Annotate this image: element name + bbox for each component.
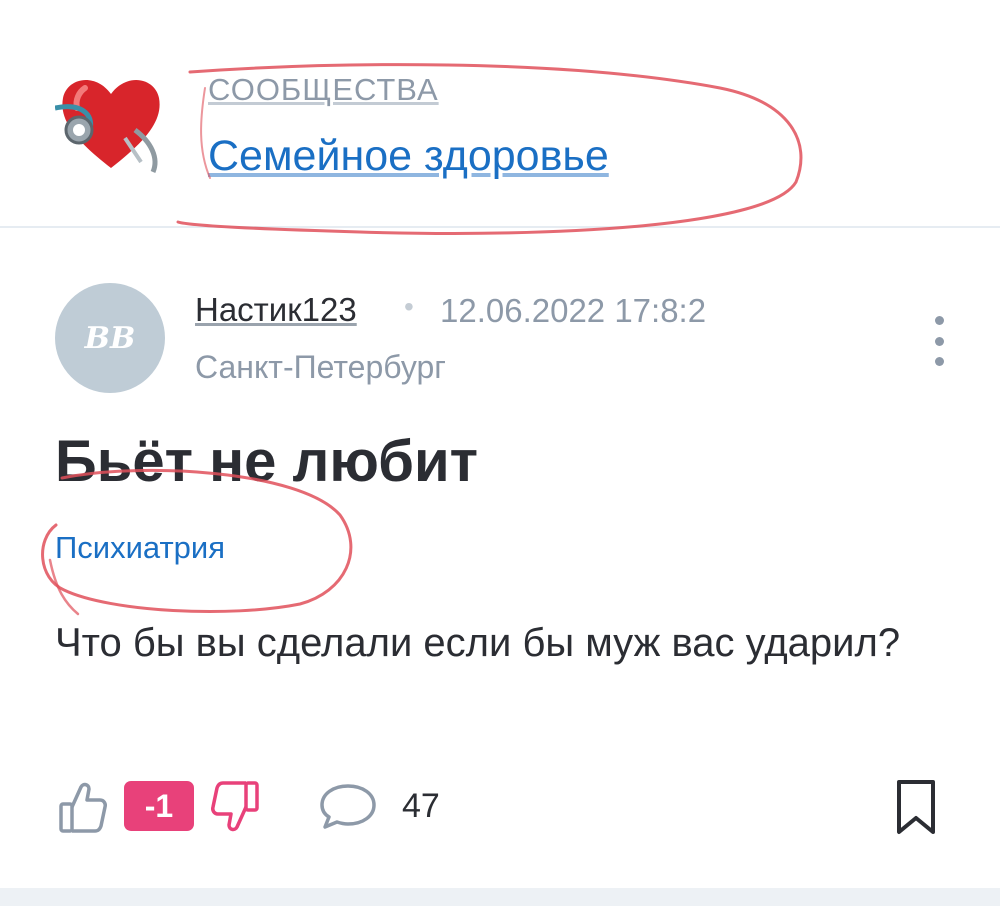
more-vertical-icon[interactable] [926,316,952,366]
comment-icon[interactable] [318,782,378,830]
community-avatar[interactable] [54,68,167,180]
post-tag-link[interactable]: Психиатрия [55,530,225,566]
annotation-circle-tag-tail [48,558,80,616]
author-name-link[interactable]: Настик123 [195,291,357,329]
score-badge: -1 [124,781,194,831]
thumbs-down-icon[interactable] [208,780,262,834]
feed-separator [0,888,1000,906]
post-title[interactable]: Бьёт не любит [55,428,478,495]
comment-count[interactable]: 47 [402,787,440,826]
post-body: Что бы вы сделали если бы муж вас ударил… [55,621,901,665]
author-avatar[interactable]: BB [55,283,165,393]
communities-link[interactable]: СООБЩЕСТВА [208,72,439,108]
heart-stethoscope-icon [54,80,160,173]
community-name-link[interactable]: Семейное здоровье [208,132,609,181]
author-city: Санкт-Петербург [195,349,446,385]
community-header: СООБЩЕСТВА Семейное здоровье [0,0,1000,228]
author-initials: BB [84,320,136,356]
thumbs-up-icon[interactable] [58,780,108,834]
bookmark-icon[interactable] [894,778,938,836]
meta-separator: • [404,291,414,322]
post-date: 12.06.2022 17:8:2 [440,292,707,329]
